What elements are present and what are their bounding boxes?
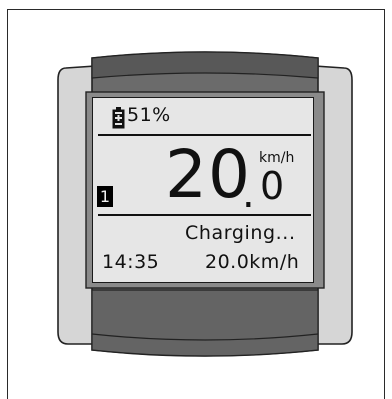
speed-integer: 20 bbox=[165, 136, 251, 213]
speed-decimal-point: . bbox=[242, 171, 255, 217]
bottom-divider bbox=[98, 214, 311, 216]
battery-percentage: 51% bbox=[127, 104, 171, 126]
speed-unit: km/h bbox=[259, 150, 295, 166]
clock-time: 14:35 bbox=[102, 251, 160, 273]
speed-decimal: 0 bbox=[260, 164, 285, 208]
charging-status: Charging... bbox=[185, 222, 296, 244]
battery-icon bbox=[112, 107, 125, 129]
secondary-speed: 20.0km/h bbox=[205, 251, 300, 273]
assist-level-badge: 1 bbox=[97, 186, 113, 207]
